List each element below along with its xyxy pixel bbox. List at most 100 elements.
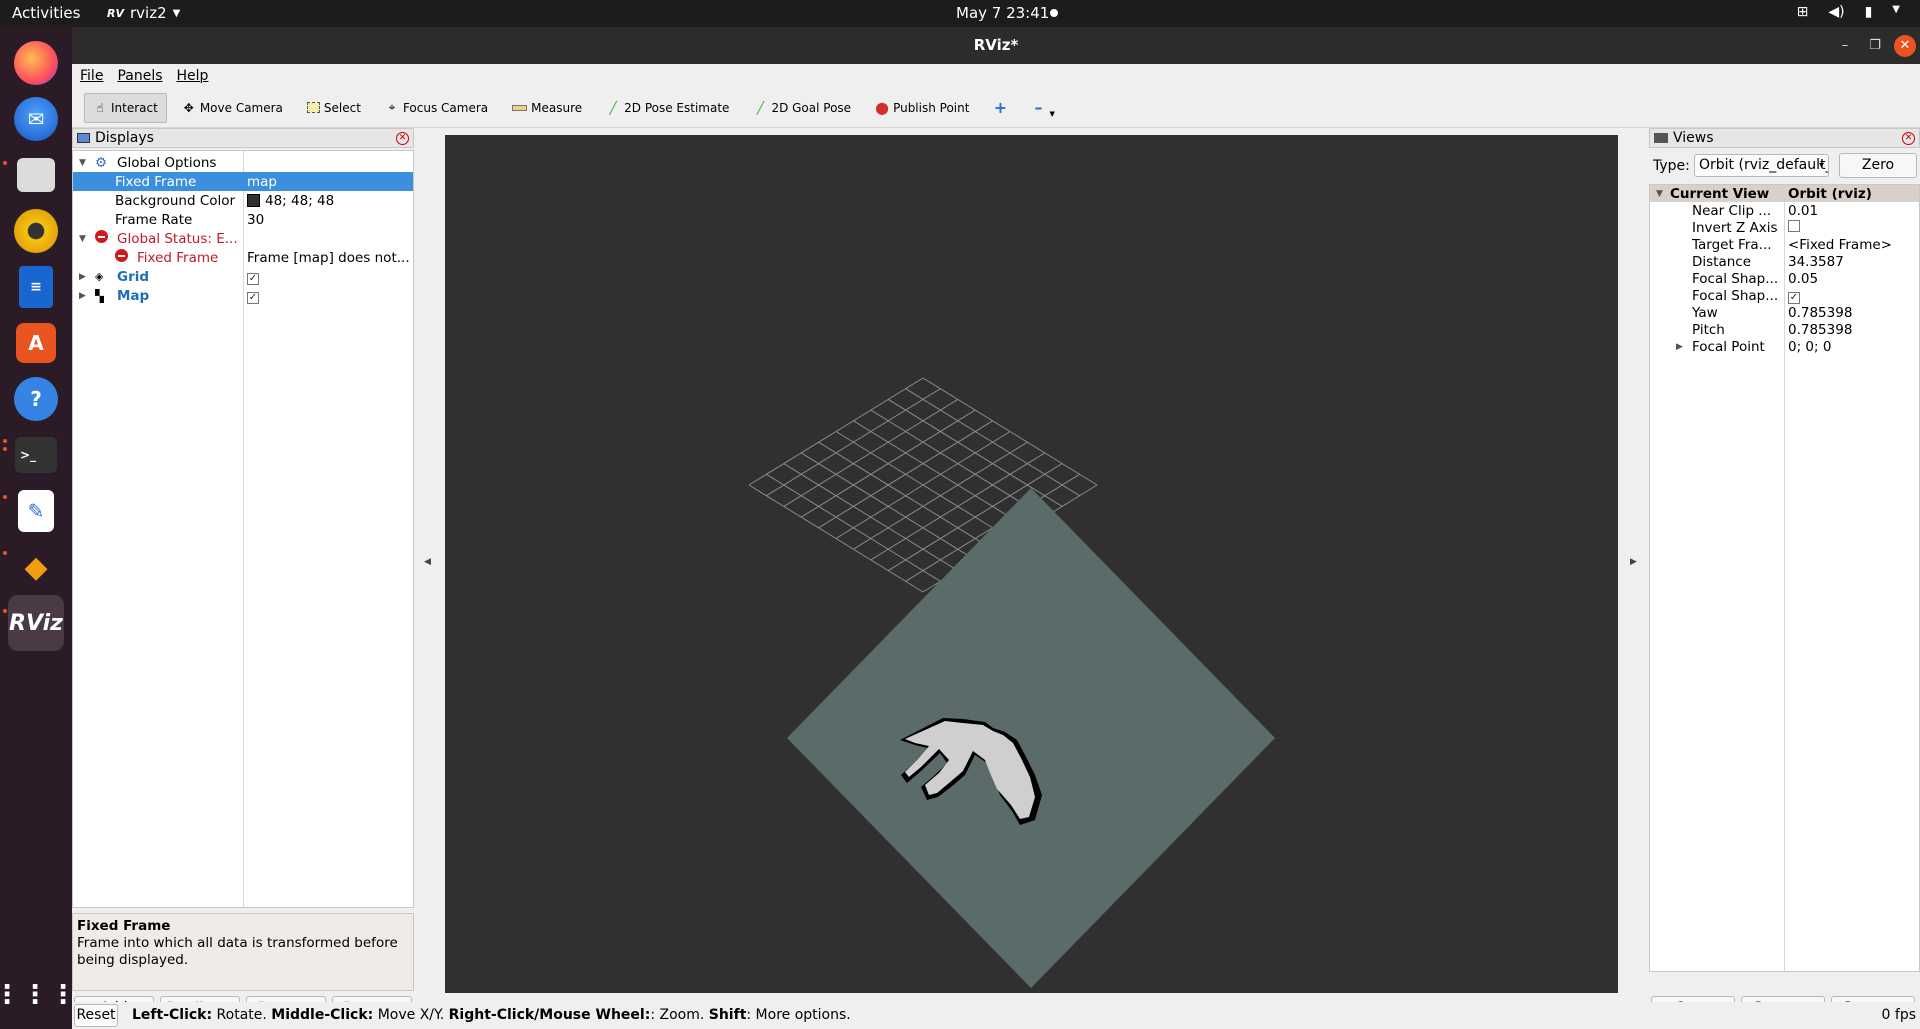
rhythmbox-launcher[interactable] (8, 203, 64, 259)
green-arrow-icon: ╱ (609, 100, 617, 115)
tool-2d-pose-estimate-label: 2D Pose Estimate (624, 100, 730, 115)
view-property-checkbox[interactable] (1788, 219, 1918, 236)
view-property-row[interactable]: Target Fra... <Fixed Frame> (1650, 236, 1919, 253)
menu-file[interactable]: File (80, 68, 103, 84)
software-launcher[interactable]: A (8, 315, 64, 371)
text-editor-launcher[interactable]: ✎ (8, 483, 64, 539)
view-property-value[interactable]: <Fixed Frame> (1788, 237, 1918, 253)
view-type-select[interactable]: Orbit (rviz_default_plugins) (1694, 154, 1829, 177)
view-property-value[interactable]: 0.785398 (1788, 305, 1918, 321)
view-property-label: Pitch (1692, 321, 1725, 338)
app-menu[interactable]: RV rviz2 ▼ (107, 4, 180, 22)
view-property-row[interactable]: Invert Z Axis (1650, 219, 1919, 236)
map-plane (787, 488, 1275, 988)
maximize-button[interactable]: ❐ (1864, 35, 1886, 57)
files-launcher[interactable] (8, 147, 64, 203)
tree-row-map[interactable]: ▶ ▚ Map ✓ (73, 286, 413, 305)
views-tree[interactable]: ▼ Current View Orbit (rviz) Near Clip ..… (1649, 184, 1920, 972)
view-property-value[interactable]: 0.05 (1788, 271, 1918, 287)
thunderbird-launcher[interactable]: ✉ (8, 91, 64, 147)
minimize-button[interactable]: – (1834, 35, 1856, 57)
view-property-value[interactable]: 34.3587 (1788, 254, 1918, 270)
status-fixed-frame-label: Fixed Frame (137, 249, 219, 266)
activities-button[interactable]: Activities (12, 4, 80, 22)
close-button[interactable]: ✕ (1894, 35, 1916, 57)
tool-interact-label: Interact (111, 100, 158, 115)
view-property-row[interactable]: ▶ Focal Point 0; 0; 0 (1650, 338, 1919, 355)
tool-focus-camera[interactable]: ⌖ Focus Camera (376, 93, 497, 123)
writer-launcher[interactable]: ≡ (8, 259, 64, 315)
reset-button[interactable]: Reset (74, 1004, 118, 1027)
add-tool-button[interactable]: + (984, 93, 1016, 123)
view-property-row[interactable]: Focal Shap... ✓ (1650, 287, 1919, 304)
collapse-right-panel-icon[interactable]: ▶ (1630, 557, 1637, 567)
tool-interact[interactable]: ☝ Interact (84, 92, 167, 123)
frame-rate-value[interactable]: 30 (247, 212, 411, 228)
view-property-row[interactable]: Near Clip ... 0.01 (1650, 202, 1919, 219)
firefox-launcher[interactable] (8, 35, 64, 91)
tool-2d-pose-estimate[interactable]: ╱ 2D Pose Estimate (597, 93, 738, 123)
expand-arrow-icon[interactable]: ▶ (79, 291, 86, 301)
tree-row-frame-rate[interactable]: Frame Rate 30 (73, 210, 413, 229)
expand-arrow-icon[interactable]: ▶ (1676, 342, 1683, 352)
displays-tree[interactable]: ▼ ⚙ Global Options Fixed Frame map Backg… (72, 150, 414, 908)
rviz-launcher[interactable]: RViz (8, 595, 64, 651)
tree-row-grid[interactable]: ▶ ◈ Grid ✓ (73, 267, 413, 286)
expand-arrow-icon[interactable]: ▼ (1656, 189, 1663, 199)
menu-panels[interactable]: Panels (117, 68, 162, 84)
mouse-hint: Left-Click: Rotate. Middle-Click: Move X… (132, 1007, 851, 1023)
views-panel-title: Views (1673, 130, 1714, 146)
view-property-value[interactable]: 0.785398 (1788, 322, 1918, 338)
tree-row-status-fixed-frame[interactable]: Fixed Frame Frame [map] does not... (73, 248, 413, 267)
map-pin-icon: ⬤ (875, 100, 889, 115)
tool-move-camera[interactable]: ✥ Move Camera (173, 93, 292, 123)
expand-arrow-icon[interactable]: ▶ (79, 272, 86, 282)
tool-select[interactable]: Select (298, 93, 370, 123)
view-property-value[interactable]: 0.01 (1788, 203, 1918, 219)
clock[interactable]: May 7 23:41 (956, 4, 1049, 22)
view-property-row[interactable]: Pitch 0.785398 (1650, 321, 1919, 338)
view-type-label: Type: (1653, 158, 1690, 174)
help-launcher[interactable]: ? (8, 371, 64, 427)
help-icon: ? (14, 377, 58, 421)
zero-view-button[interactable]: Zero (1839, 153, 1917, 178)
tree-row-global-status[interactable]: ▼ Global Status: E... (73, 229, 413, 248)
chevron-down-icon: ▼ (1892, 4, 1900, 15)
hint-middle-click-action: Move X/Y. (373, 1007, 449, 1023)
tree-row-background-color[interactable]: Background Color 48; 48; 48 (73, 191, 413, 210)
render-viewport[interactable] (445, 135, 1618, 993)
expand-arrow-icon[interactable]: ▼ (79, 158, 86, 168)
show-apps-button[interactable]: ⋮⋮⋮ (0, 967, 76, 1023)
tree-row-global-options[interactable]: ▼ ⚙ Global Options (73, 153, 413, 172)
window-titlebar[interactable]: RViz* – ❐ ✕ (72, 27, 1920, 64)
system-tray[interactable]: ⊞ ◀) ▮ ▼ (1797, 4, 1900, 20)
tool-measure[interactable]: Measure (503, 93, 591, 123)
view-property-row[interactable]: Distance 34.3587 (1650, 253, 1919, 270)
tree-row-current-view[interactable]: ▼ Current View Orbit (rviz) (1650, 185, 1919, 202)
hint-right-click: Right-Click/Mouse Wheel: (448, 1007, 651, 1023)
layers-launcher[interactable]: ◆ (8, 539, 64, 595)
expand-arrow-icon[interactable]: ▼ (79, 234, 86, 244)
grid-enabled-checkbox[interactable]: ✓ (247, 269, 411, 285)
view-property-checkbox[interactable]: ✓ (1788, 288, 1918, 304)
map-enabled-checkbox[interactable]: ✓ (247, 288, 411, 304)
menu-help[interactable]: Help (177, 68, 209, 84)
remove-tool-button[interactable]: – ▼ (1022, 93, 1063, 123)
view-property-row[interactable]: Yaw 0.785398 (1650, 304, 1919, 321)
fixed-frame-value[interactable]: map (247, 174, 411, 190)
background-color-value[interactable]: 48; 48; 48 (247, 193, 411, 209)
close-panel-icon[interactable]: ✕ (396, 132, 409, 145)
views-panel-header: Views ✕ (1649, 128, 1920, 148)
tool-publish-point[interactable]: ⬤ Publish Point (866, 93, 978, 123)
view-type-bar: Type: Orbit (rviz_default_plugins) Zero (1649, 153, 1920, 179)
close-panel-icon[interactable]: ✕ (1902, 132, 1915, 145)
tool-2d-goal-pose[interactable]: ╱ 2D Goal Pose (744, 93, 860, 123)
view-property-value[interactable]: 0; 0; 0 (1788, 339, 1918, 355)
displays-panel: Displays ✕ ▼ ⚙ Global Options Fixed Fram… (72, 128, 414, 1020)
background-color-text: 48; 48; 48 (265, 192, 335, 209)
thunderbird-icon: ✉ (14, 97, 58, 141)
tree-row-fixed-frame[interactable]: Fixed Frame map (73, 172, 413, 191)
terminal-launcher[interactable]: >_ (8, 427, 64, 483)
collapse-left-panel-icon[interactable]: ◀ (424, 557, 431, 567)
view-property-row[interactable]: Focal Shap... 0.05 (1650, 270, 1919, 287)
